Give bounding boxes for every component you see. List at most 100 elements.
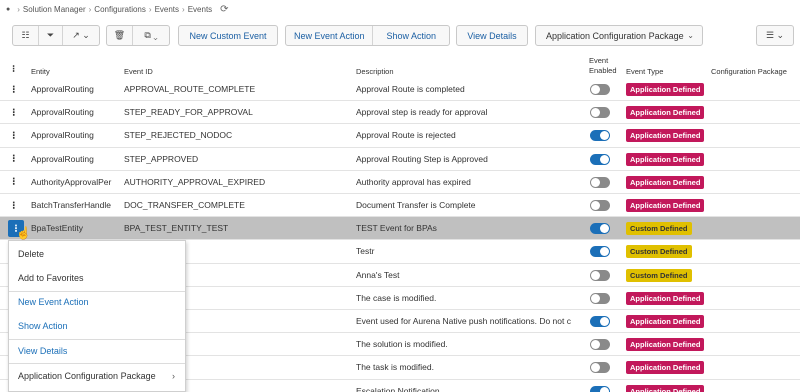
header-entity[interactable]: Entity — [31, 67, 50, 76]
row-menu-kebab-icon[interactable]: ⁝ — [12, 171, 16, 193]
filter-icon[interactable]: ⏷ — [39, 26, 63, 45]
event-enabled-toggle[interactable] — [590, 107, 610, 119]
chevron-right-icon: › — [17, 4, 20, 14]
view-details-button[interactable]: View Details — [456, 25, 528, 46]
event-type-badge: Application Defined — [626, 175, 705, 189]
action-button-group: New Event Action Show Action — [285, 25, 450, 46]
toggle-knob — [591, 270, 600, 280]
package-dropdown-label: Application Configuration Package — [546, 30, 684, 41]
copy-dropdown-icon[interactable]: ⧉ ⌄ — [133, 26, 169, 45]
new-event-action-button[interactable]: New Event Action — [286, 26, 374, 45]
toggle-knob — [591, 108, 600, 118]
breadcrumb-separator: › — [182, 4, 185, 14]
cell-description: The case is modified. — [356, 292, 437, 303]
event-type-badge: Application Defined — [626, 291, 705, 305]
cell-entity: BpaTestEntity — [31, 223, 83, 234]
chevron-right-icon: › — [172, 371, 175, 381]
table-row[interactable]: ⁝ ApprovalRouting APPROVAL_ROUTE_COMPLETE A… — [0, 78, 800, 102]
package-dropdown[interactable]: Application Configuration Package ⌄ — [535, 25, 703, 46]
context-menu: Delete Add to Favorites New Event Action… — [8, 240, 186, 392]
event-type-badge: Application Defined — [626, 106, 705, 120]
cell-description: Escalation Notification — [356, 385, 440, 392]
list-settings-icon[interactable]: ☷ — [13, 26, 39, 45]
event-enabled-toggle[interactable] — [590, 223, 610, 235]
cell-event-id: AUTHORITY_APPROVAL_EXPIRED — [124, 176, 266, 187]
menu-item-new-event-action[interactable]: New Event Action — [9, 290, 185, 314]
menu-item-show-action[interactable]: Show Action — [9, 314, 185, 338]
event-type-badge: Custom Defined — [626, 222, 692, 236]
event-enabled-toggle[interactable] — [590, 200, 610, 211]
cell-event-id: APPROVAL_ROUTE_COMPLETE — [124, 84, 256, 95]
breadcrumb-item[interactable]: Solution Manager — [23, 5, 86, 14]
header-kebab-icon[interactable]: ⁝ — [12, 64, 15, 75]
event-type-badge: Application Defined — [626, 129, 705, 143]
table-row[interactable]: ⁝ ApprovalRouting STEP_READY_FOR_APPROVAL A… — [0, 101, 800, 125]
event-enabled-toggle[interactable] — [590, 176, 610, 188]
cell-description: The task is modified. — [356, 362, 434, 373]
toggle-knob — [600, 224, 609, 234]
row-menu-kebab-icon[interactable]: ⁝ — [12, 194, 16, 216]
cell-event-id: DOC_TRANSFER_COMPLETE — [124, 200, 245, 211]
toggle-knob — [600, 386, 609, 392]
cell-event-id: BPA_TEST_ENTITY_TEST — [124, 223, 229, 234]
refresh-icon[interactable]: ⟳ — [220, 4, 228, 15]
event-type-badge: Custom Defined — [626, 245, 692, 259]
event-enabled-toggle[interactable] — [590, 362, 610, 374]
event-type-badge: Application Defined — [626, 384, 705, 392]
header-event-id[interactable]: Event ID — [124, 67, 153, 76]
cell-entity: ApprovalRouting — [31, 130, 94, 141]
table-row[interactable]: ⁝ ApprovalRouting STEP_APPROVED Approval Ro… — [0, 147, 800, 171]
cell-entity: BatchTransferHandle — [31, 200, 112, 211]
event-type-badge: Application Defined — [626, 152, 705, 166]
menu-item-view-details[interactable]: View Details — [9, 339, 185, 363]
cell-description: Event used for Aurena Native push notifi… — [356, 316, 571, 327]
toolbar: ☷ ⏷ ↗ ⌄ 🗑 ⧉ ⌄ New Custom Event New Event… — [0, 20, 800, 52]
breadcrumb-item[interactable]: Configurations — [94, 5, 146, 14]
event-enabled-toggle[interactable] — [590, 316, 610, 327]
cell-description: Approval step is ready for approval — [356, 107, 488, 118]
table-header: ⁝ Entity Event ID Description Event Enab… — [0, 54, 800, 81]
table-row[interactable]: ⁝ BpaTestEntity BPA_TEST_ENTITY_TEST TEST E… — [0, 217, 800, 241]
event-enabled-toggle[interactable] — [590, 84, 610, 95]
trash-icon[interactable]: 🗑 — [107, 26, 133, 45]
event-enabled-toggle[interactable] — [590, 246, 610, 258]
event-type-badge: Custom Defined — [626, 268, 692, 282]
event-enabled-toggle[interactable] — [590, 339, 610, 351]
event-enabled-toggle[interactable] — [590, 269, 610, 281]
header-event-enabled[interactable]: Event Enabled — [589, 56, 621, 76]
cell-description: Anna's Test — [356, 269, 400, 280]
header-event-type[interactable]: Event Type — [626, 67, 663, 76]
show-action-button[interactable]: Show Action — [373, 26, 449, 45]
event-type-badge: Application Defined — [626, 361, 705, 375]
row-menu-kebab-icon[interactable]: ⁝ — [12, 124, 16, 146]
event-enabled-toggle[interactable] — [590, 292, 610, 304]
toggle-knob — [591, 85, 600, 94]
header-description[interactable]: Description — [356, 67, 394, 76]
cell-description: Testr — [356, 246, 375, 257]
breadcrumb-item: Events — [187, 4, 213, 14]
row-menu-kebab-icon[interactable]: ⁝ — [12, 148, 16, 170]
cell-event-id: STEP_APPROVED — [124, 153, 199, 164]
table-row[interactable]: ⁝ ApprovalRouting STEP_REJECTED_NODOC Appro… — [0, 124, 800, 148]
table-row[interactable]: ⁝ AuthorityApprovalPer AUTHORITY_APPROVAL_… — [0, 170, 800, 194]
event-enabled-toggle[interactable] — [590, 385, 610, 392]
column-chooser[interactable]: ☰ ⌄ — [756, 25, 794, 46]
view-controls: ☷ ⏷ ↗ ⌄ — [12, 25, 100, 46]
breadcrumb: ● › Solution Manager › Configurations › … — [0, 0, 800, 18]
header-config-package[interactable]: Configuration Package — [711, 67, 787, 76]
event-enabled-toggle[interactable] — [590, 130, 610, 142]
menu-item-app-config-package[interactable]: Application Configuration Package › — [9, 364, 185, 388]
row-menu-kebab-icon[interactable]: ⁝ — [12, 101, 16, 123]
event-enabled-toggle[interactable] — [590, 153, 610, 165]
breadcrumb-item[interactable]: Events — [155, 5, 179, 14]
toggle-knob — [591, 340, 600, 350]
menu-item-delete[interactable]: Delete — [9, 242, 185, 266]
chart-dropdown-icon[interactable]: ↗ ⌄ — [63, 26, 99, 45]
home-dot-icon[interactable]: ● — [6, 6, 10, 13]
new-custom-event-button[interactable]: New Custom Event — [178, 25, 278, 46]
row-menu-kebab-icon[interactable]: ⁝ — [12, 78, 16, 100]
table-row[interactable]: ⁝ BatchTransferHandle DOC_TRANSFER_COMPLET… — [0, 194, 800, 218]
breadcrumb-separator: › — [88, 4, 92, 14]
mouse-pointer-icon: ☝ — [16, 226, 31, 240]
menu-item-add-favorites[interactable]: Add to Favorites — [9, 266, 185, 290]
